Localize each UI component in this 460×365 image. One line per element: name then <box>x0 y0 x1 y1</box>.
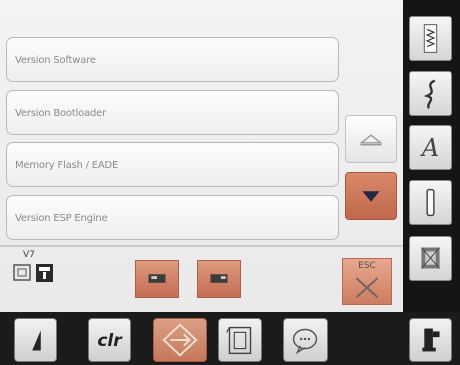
list-item-memory-flash[interactable]: Memory Flash / EADE <box>6 142 339 187</box>
sidebar-item-quilt[interactable] <box>409 236 452 281</box>
stitch-pattern-icon <box>423 24 438 53</box>
presser-foot-icon <box>422 328 440 352</box>
esc-button[interactable]: ESC <box>342 258 392 305</box>
stitch-length-button[interactable] <box>14 318 57 362</box>
eject-icon <box>210 274 228 283</box>
arrow-down-icon <box>362 191 380 202</box>
navigation-icon <box>162 323 198 357</box>
stitch-length-icon <box>32 330 41 351</box>
help-button[interactable] <box>283 318 328 362</box>
quilt-icon <box>421 247 440 269</box>
memory-card-icon <box>13 264 53 282</box>
close-icon <box>355 277 379 299</box>
list-item-version-esp-engine[interactable]: Version ESP Engine <box>6 195 339 240</box>
sewing-machine-screen: Version Software Version Bootloader Memo… <box>0 0 460 365</box>
sidebar-item-decorative[interactable] <box>409 71 452 116</box>
list-item-version-bootloader[interactable]: Version Bootloader <box>6 90 339 135</box>
clr-button[interactable]: clr <box>88 318 131 362</box>
scroll-up-button[interactable] <box>345 115 397 163</box>
update-icon <box>148 274 166 283</box>
alphabet-icon: A <box>421 134 440 162</box>
setup-button[interactable] <box>218 318 262 362</box>
arrow-up-icon <box>359 134 383 146</box>
sidebar-item-buttonholes[interactable] <box>409 180 452 225</box>
clr-icon: clr <box>97 331 122 351</box>
sidebar-item-alphabets[interactable]: A <box>409 125 452 170</box>
presser-foot-button[interactable] <box>409 318 452 362</box>
divider <box>0 245 403 247</box>
eject-button[interactable] <box>197 260 241 298</box>
help-icon <box>292 328 318 355</box>
firmware-update-button[interactable] <box>135 260 179 298</box>
version-label: V7 <box>23 250 35 260</box>
scroll-down-button[interactable] <box>345 172 397 220</box>
setup-icon <box>226 326 252 355</box>
sidebar-item-stitches[interactable] <box>409 16 452 61</box>
main-panel: Version Software Version Bootloader Memo… <box>0 0 403 312</box>
navigation-button[interactable] <box>153 318 207 362</box>
decorative-stitch-icon <box>423 79 436 110</box>
list-item-version-software[interactable]: Version Software <box>6 37 339 82</box>
buttonhole-icon <box>426 188 435 217</box>
